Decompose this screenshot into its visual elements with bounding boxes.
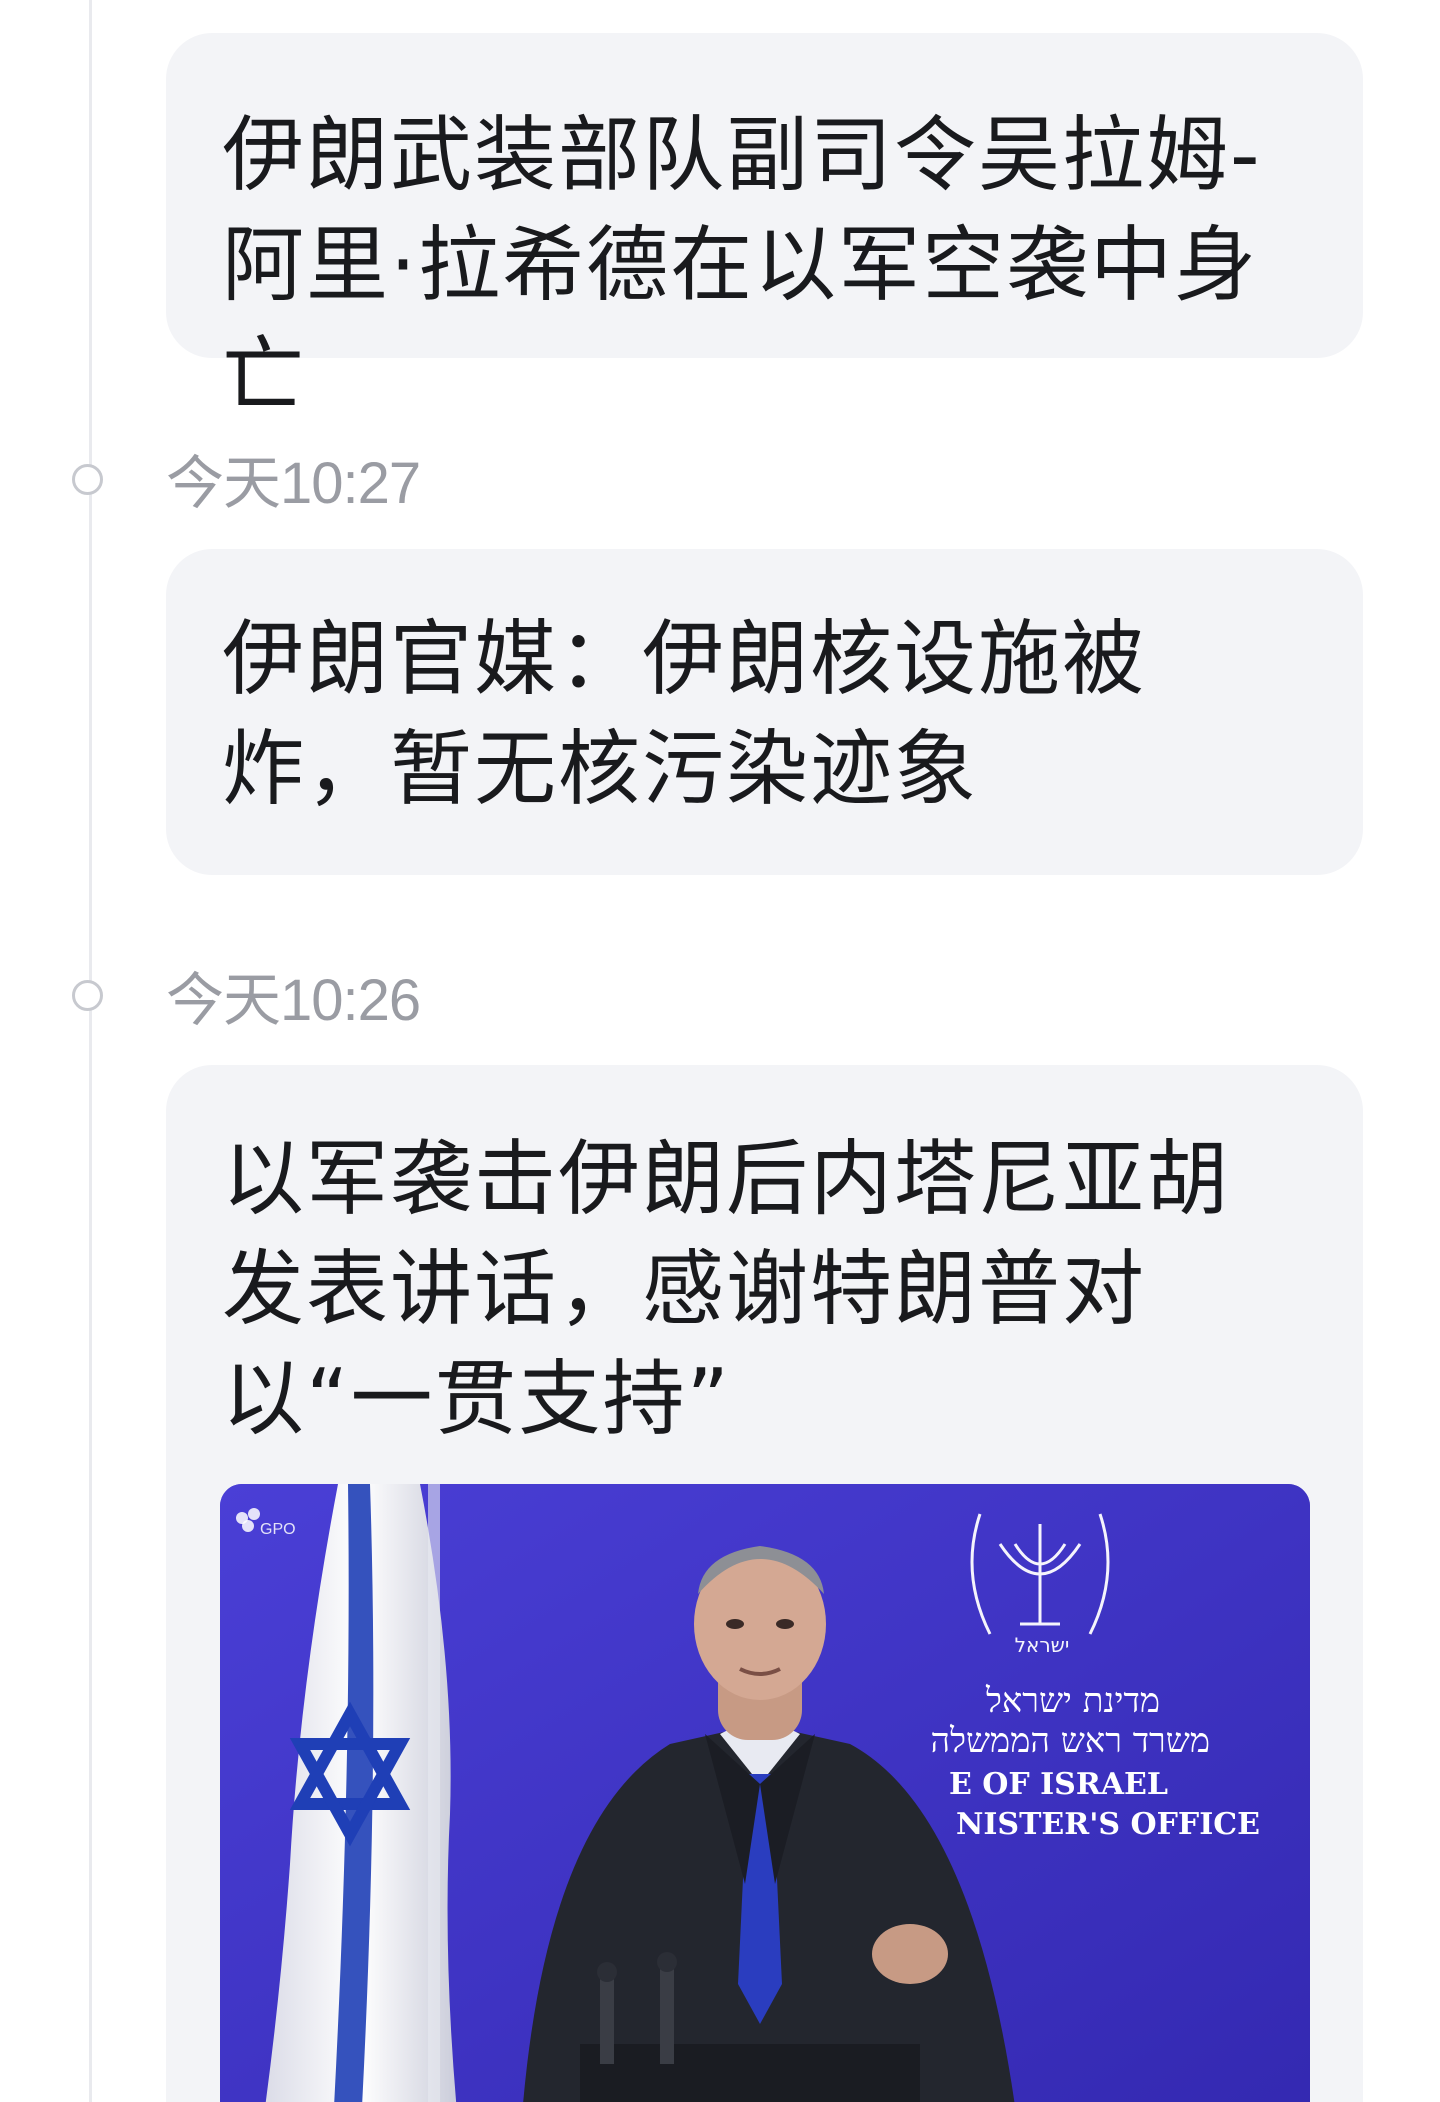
- news-headline: 以军袭击伊朗后内塔尼亚胡发表讲话，感谢特朗普对以“一贯支持”: [222, 1132, 1231, 1447]
- news-headline: 伊朗官媒：伊朗核设施被炸，暂无核污染迹象: [222, 612, 1147, 817]
- news-card[interactable]: 伊朗武装部队副司令吴拉姆-阿里·拉希德在以军空袭中身亡: [166, 33, 1363, 423]
- news-time: 今天10:26: [166, 968, 421, 1033]
- timeline-line: [89, 0, 92, 2102]
- news-photo[interactable]: GPO ישראל מדינת ישראל משרד ראש הממשלה E …: [220, 1484, 1310, 2102]
- news-headline: 伊朗武装部队副司令吴拉姆-阿里·拉希德在以军空袭中身亡: [222, 108, 1262, 423]
- timeline-dot: [72, 980, 103, 1011]
- news-time: 今天10:27: [166, 451, 421, 516]
- sign-line-2: משרד ראש הממשלה: [931, 1721, 1210, 1761]
- sign-line-1: מדינת ישראל: [985, 1681, 1160, 1721]
- news-timeline: 伊朗武装部队副司令吴拉姆-阿里·拉希德在以军空袭中身亡 今天10:27 伊朗官媒…: [0, 0, 1440, 2102]
- sign-line-3: E OF ISRAEL: [949, 1767, 1168, 1802]
- photo-illustration: GPO ישראל מדינת ישראל משרד ראש הממשלה E …: [220, 1484, 1310, 2102]
- gpo-watermark: GPO: [260, 1521, 296, 1538]
- sign-line-4: NISTER'S OFFICE: [956, 1807, 1260, 1842]
- timeline-dot: [72, 464, 103, 495]
- news-card[interactable]: 伊朗官媒：伊朗核设施被炸，暂无核污染迹象: [166, 549, 1363, 875]
- emblem-caption: ישראל: [1015, 1633, 1070, 1657]
